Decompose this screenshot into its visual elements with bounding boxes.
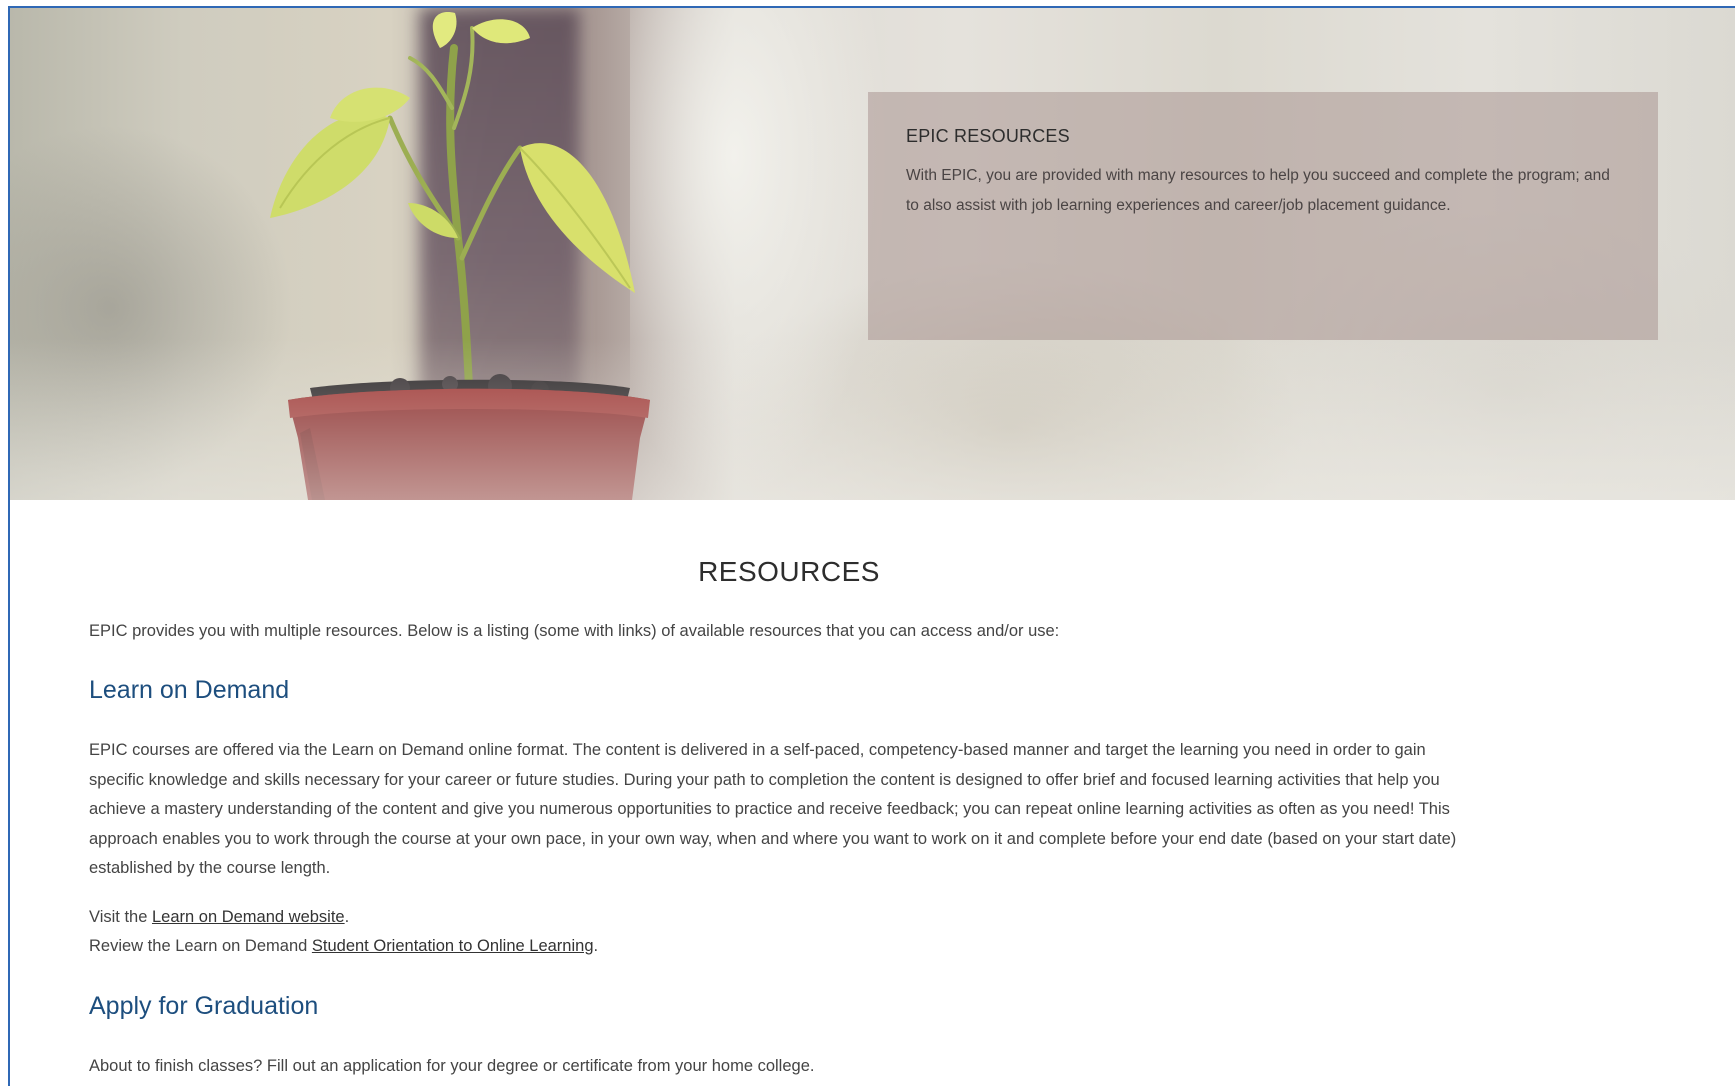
- hero-background-floor: [10, 338, 1735, 500]
- visit-prefix: Visit the: [89, 908, 152, 926]
- review-line: Review the Learn on Demand Student Orien…: [89, 937, 598, 956]
- heading-apply-for-graduation: Apply for Graduation: [89, 992, 319, 1020]
- hero-info-card: EPIC RESOURCES With EPIC, you are provid…: [868, 92, 1658, 340]
- page-title: RESOURCES: [698, 556, 880, 587]
- student-orientation-link[interactable]: Student Orientation to Online Learning: [312, 937, 594, 955]
- hero-card-title: EPIC RESOURCES: [906, 126, 1070, 146]
- learn-on-demand-paragraph: EPIC courses are offered via the Learn o…: [89, 741, 1457, 877]
- page-frame: EPIC RESOURCES With EPIC, you are provid…: [8, 6, 1735, 1086]
- intro-text: EPIC provides you with multiple resource…: [89, 622, 1060, 640]
- learn-on-demand-website-link[interactable]: Learn on Demand website: [152, 908, 345, 926]
- visit-line: Visit the Learn on Demand website.: [89, 908, 349, 927]
- hero-card-text: With EPIC, you are provided with many re…: [906, 167, 1610, 214]
- visit-suffix: .: [344, 908, 350, 926]
- review-prefix: Review the Learn on Demand: [89, 937, 312, 955]
- heading-learn-on-demand: Learn on Demand: [89, 676, 290, 704]
- apply-graduation-text: About to finish classes? Fill out an app…: [89, 1057, 815, 1075]
- review-suffix: .: [593, 937, 599, 955]
- hero-banner: EPIC RESOURCES With EPIC, you are provid…: [10, 8, 1735, 500]
